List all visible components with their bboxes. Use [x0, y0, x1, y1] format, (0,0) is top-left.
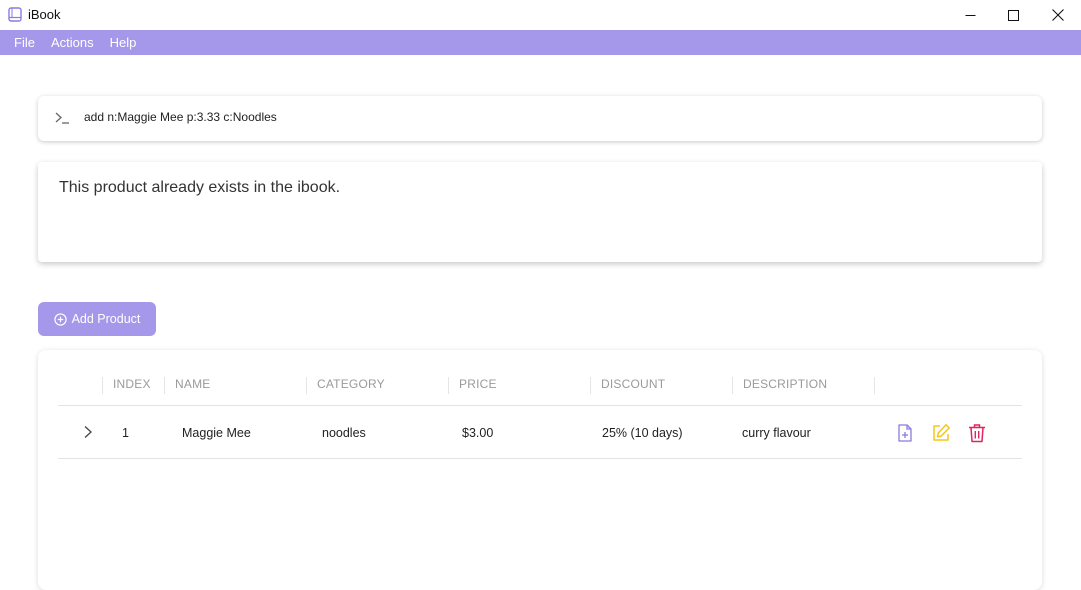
result-message: This product already exists in the ibook…	[59, 179, 341, 196]
product-table: INDEX NAME CATEGORY PRICE DISCOUNT DESCR…	[38, 350, 1042, 590]
title-bar: iBook	[0, 0, 1081, 30]
table-row[interactable]: 1 Maggie Mee noodles $3.00 25% (10 days)…	[58, 406, 1022, 459]
header-name[interactable]: NAME	[175, 377, 210, 391]
header-divider	[102, 377, 103, 394]
close-icon	[1052, 9, 1064, 21]
add-product-button[interactable]: Add Product	[38, 302, 156, 336]
result-display: This product already exists in the ibook…	[38, 162, 1042, 262]
cell-price: $3.00	[462, 426, 494, 440]
minimize-button[interactable]	[947, 0, 993, 30]
header-divider	[306, 377, 307, 394]
minimize-icon	[965, 14, 975, 16]
window-title: iBook	[28, 7, 61, 22]
header-description[interactable]: DESCRIPTION	[743, 377, 827, 391]
header-divider	[732, 377, 733, 394]
maximize-button[interactable]	[990, 0, 1036, 30]
add-product-label: Add Product	[71, 312, 141, 326]
cell-name: Maggie Mee	[182, 426, 251, 440]
cell-discount: 25% (10 days)	[602, 426, 683, 440]
header-divider	[590, 377, 591, 394]
menu-file[interactable]: File	[6, 30, 43, 55]
table-header: INDEX NAME CATEGORY PRICE DISCOUNT DESCR…	[58, 372, 1022, 406]
close-button[interactable]	[1035, 0, 1081, 30]
menu-actions[interactable]: Actions	[43, 30, 102, 55]
command-input[interactable]	[84, 110, 984, 124]
add-file-icon[interactable]	[895, 423, 915, 443]
command-box	[38, 96, 1042, 141]
header-divider	[874, 377, 875, 394]
header-divider	[164, 377, 165, 394]
header-category[interactable]: CATEGORY	[317, 377, 385, 391]
maximize-icon	[1007, 9, 1019, 21]
header-divider	[448, 377, 449, 394]
header-index[interactable]: INDEX	[113, 377, 151, 391]
terminal-prompt-icon	[55, 112, 69, 124]
cell-category: noodles	[322, 426, 366, 440]
book-icon	[8, 7, 22, 22]
header-discount[interactable]: DISCOUNT	[601, 377, 665, 391]
plus-circle-icon	[53, 312, 67, 326]
cell-description: curry flavour	[742, 426, 811, 440]
edit-icon[interactable]	[931, 423, 951, 443]
menu-bar: File Actions Help	[0, 30, 1081, 55]
cell-index: 1	[122, 426, 129, 440]
header-price[interactable]: PRICE	[459, 377, 497, 391]
menu-help[interactable]: Help	[102, 30, 145, 55]
delete-icon[interactable]	[967, 423, 987, 443]
chevron-right-icon[interactable]	[82, 425, 94, 439]
